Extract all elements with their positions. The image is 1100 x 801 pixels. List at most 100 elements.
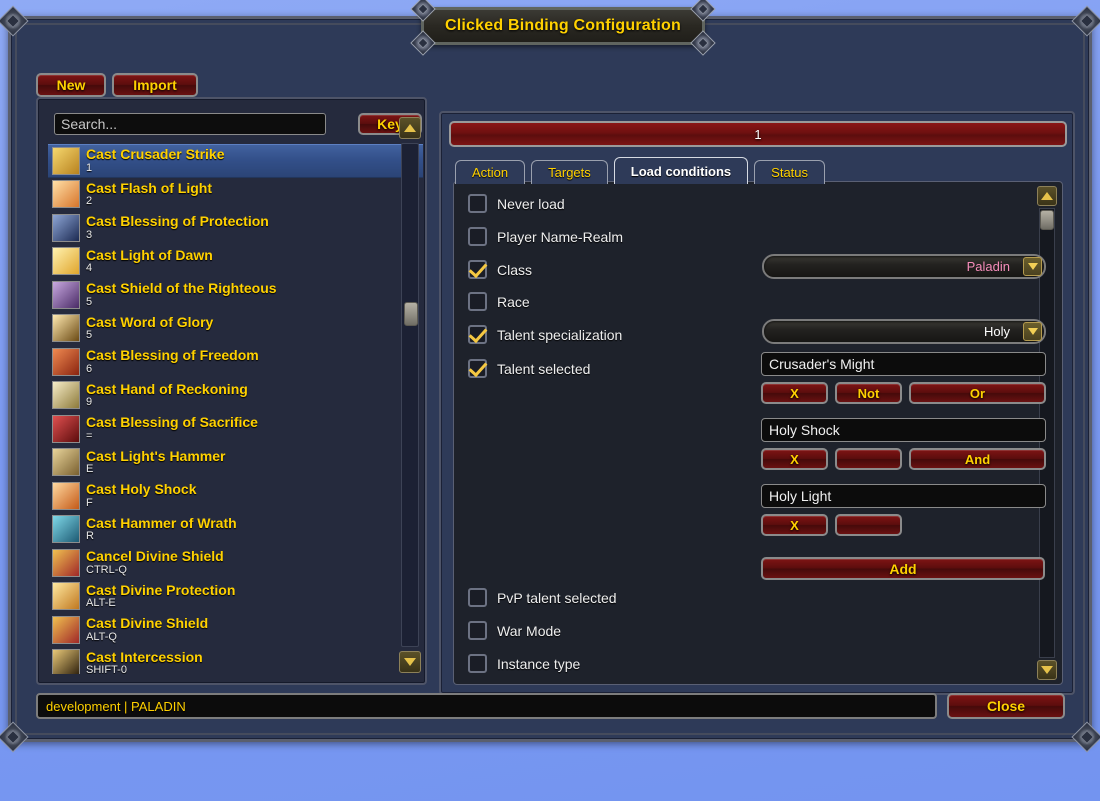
list-item-keybind: 5 [86,295,93,308]
talent-conjunction-button[interactable]: And [909,448,1046,470]
checkbox[interactable] [468,359,487,378]
spell-icon [52,180,80,209]
list-item[interactable]: Cast Blessing of Protection 3 [48,211,423,245]
list-item-keybind: = [86,429,93,442]
conditions-scroll-down-button[interactable] [1037,660,1057,680]
checkbox[interactable] [468,227,487,246]
list-item[interactable]: Cast Hammer of Wrath R [48,513,423,547]
add-talent-button[interactable]: Add [761,557,1045,580]
new-binding-button[interactable]: New [36,73,106,97]
condition-row-player-name-realm[interactable]: Player Name-Realm [468,227,623,246]
checkbox[interactable] [468,654,487,673]
checkbox[interactable] [468,621,487,640]
spell-icon [52,381,80,410]
talent-name-field[interactable]: Crusader's Might [761,352,1046,376]
list-item[interactable]: Cast Shield of the Righteous 5 [48,278,423,312]
list-item[interactable]: Cast Blessing of Freedom 6 [48,345,423,379]
list-item[interactable]: Cancel Divine Shield CTRL-Q [48,546,423,580]
spell-icon [52,314,80,343]
bindings-scrollbar-track[interactable] [401,143,419,647]
load-conditions-content: Never load Player Name-Realm Class Race Tale… [453,181,1063,685]
checkbox[interactable] [468,325,487,344]
chevron-up-icon [404,124,416,132]
talent-name-field[interactable]: Holy Light [761,484,1046,508]
condition-row-never-load[interactable]: Never load [468,194,565,213]
checkbox[interactable] [468,194,487,213]
list-item-keybind: SHIFT-0 [86,664,127,674]
import-button[interactable]: Import [112,73,198,97]
condition-label: PvP talent selected [497,589,617,606]
talent-conjunction-button[interactable]: Or [909,382,1046,404]
talent-name-field[interactable]: Holy Shock [761,418,1046,442]
list-item-title: Cast Intercession [86,648,203,665]
conditions-scrollbar-thumb[interactable] [1040,210,1054,230]
list-item[interactable]: Cast Flash of Light 2 [48,178,423,212]
tab-targets[interactable]: Targets [531,160,608,184]
talent-negate-button[interactable]: Not [835,382,902,404]
class-dropdown[interactable]: Paladin [762,254,1046,279]
checkbox[interactable] [468,260,487,279]
bindings-scroll-up-button[interactable] [399,117,421,139]
list-item[interactable]: Cast Holy Shock F [48,479,423,513]
list-item[interactable]: Cast Divine Protection ALT-E [48,580,423,614]
bindings-scrollbar-thumb[interactable] [404,302,418,326]
conditions-scroll-up-button[interactable] [1037,186,1057,206]
spell-icon [52,481,80,510]
tab-action[interactable]: Action [455,160,526,184]
checkbox[interactable] [468,292,487,311]
binding-detail-panel: 1 Action Targets Load conditions Status Nev… [439,111,1075,695]
talent-remove-button[interactable]: X [761,514,828,536]
window-titlebar[interactable]: Clicked Binding Configuration [410,0,716,56]
chevron-down-icon[interactable] [1023,322,1042,341]
condition-label: Talent specialization [497,326,623,343]
close-button[interactable]: Close [947,693,1065,719]
frame-corner-ornament-bottom-right [1071,721,1100,753]
list-item[interactable]: Cast Hand of Reckoning 9 [48,379,423,413]
checkbox[interactable] [468,588,487,607]
list-item-title: Cast Holy Shock [86,481,197,498]
condition-row-talent-specialization[interactable]: Talent specialization [468,325,622,344]
list-item[interactable]: Cast Divine Shield ALT-Q [48,613,423,647]
condition-label: Instance type [497,655,581,672]
talent-negate-button[interactable] [835,514,902,536]
list-item[interactable]: Cast Intercession SHIFT-0 [48,647,423,674]
list-item-keybind: 5 [86,329,93,342]
talent-remove-button[interactable]: X [761,448,828,470]
condition-row-race[interactable]: Race [468,292,530,311]
binding-name-field[interactable]: 1 [449,121,1067,147]
list-item[interactable]: Cast Blessing of Sacrifice = [48,412,423,446]
talent-specialization-dropdown[interactable]: Holy [762,319,1046,344]
list-item-keybind: R [86,530,94,543]
list-item-keybind: 1 [86,161,93,174]
condition-row-war-mode[interactable]: War Mode [468,621,561,640]
spell-icon [52,615,80,644]
spell-icon [52,280,80,309]
list-item-keybind: F [86,496,93,509]
search-input[interactable] [54,113,326,135]
condition-row-class[interactable]: Class [468,260,532,279]
titlebar-corner-ornament-bottom-right [690,30,716,56]
talent-remove-button[interactable]: X [761,382,828,404]
bindings-scroll-down-button[interactable] [399,651,421,673]
list-item[interactable]: Cast Light of Dawn 4 [48,245,423,279]
list-item[interactable]: Cast Word of Glory 5 [48,312,423,346]
condition-row-instance-type[interactable]: Instance type [468,654,580,673]
talent-negate-button[interactable] [835,448,902,470]
tab-status[interactable]: Status [754,160,826,184]
list-item[interactable]: Cast Light's Hammer E [48,446,423,480]
condition-row-pvp-talent-selected[interactable]: PvP talent selected [468,588,617,607]
spell-icon [52,548,80,577]
list-item[interactable]: Cast Crusader Strike 1 [48,144,423,178]
list-item-keybind: ALT-Q [86,630,117,643]
condition-row-talent-selected[interactable]: Talent selected [468,359,590,378]
spell-icon [52,515,80,544]
tab-load-conditions[interactable]: Load conditions [613,157,749,184]
spell-icon [52,146,80,175]
bindings-scroll-frame: Cast Crusader Strike 1 Cast Flash of Light… [48,144,423,674]
list-item-title: Cast Shield of the Righteous [86,280,277,297]
list-item-title: Cast Blessing of Sacrifice [86,414,258,431]
condition-label: Race [497,293,530,310]
chevron-down-icon[interactable] [1023,257,1042,276]
list-item-title: Cast Blessing of Protection [86,213,269,230]
chevron-down-icon [404,658,416,666]
